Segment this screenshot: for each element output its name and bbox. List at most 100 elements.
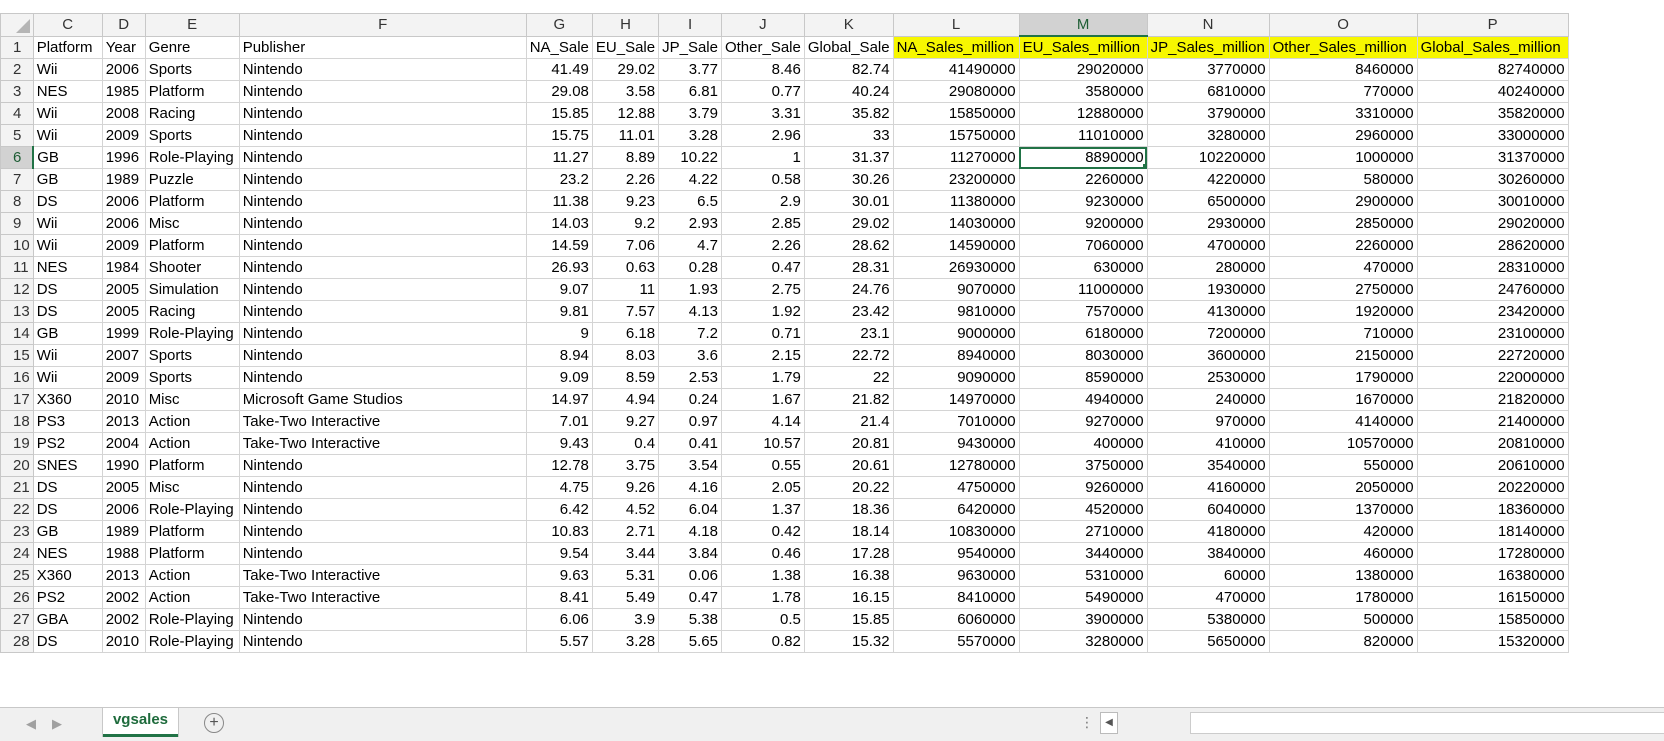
data-cell[interactable]: 0.46 <box>720 542 805 565</box>
data-cell[interactable]: 4.52 <box>591 498 660 521</box>
column-header-L[interactable]: L <box>892 13 1020 37</box>
data-cell[interactable]: GB <box>32 322 103 345</box>
data-cell[interactable]: 0.77 <box>720 80 805 103</box>
data-cell[interactable]: 35820000 <box>1416 102 1569 125</box>
data-cell[interactable]: 15.85 <box>803 608 894 631</box>
data-cell[interactable]: 14970000 <box>892 388 1020 411</box>
data-cell[interactable]: 0.82 <box>720 630 805 653</box>
data-cell[interactable]: 2008 <box>101 102 146 125</box>
data-cell[interactable]: 5570000 <box>892 630 1020 653</box>
data-cell[interactable]: 9810000 <box>892 300 1020 323</box>
row-header-24[interactable]: 24 <box>0 542 34 565</box>
data-cell[interactable]: 5.38 <box>658 608 722 631</box>
data-cell[interactable]: 40.24 <box>803 80 894 103</box>
column-header-G[interactable]: G <box>525 13 593 37</box>
data-cell[interactable]: 1.79 <box>720 366 805 389</box>
data-cell[interactable]: 9.09 <box>525 366 593 389</box>
data-cell[interactable]: 3310000 <box>1268 102 1418 125</box>
data-cell[interactable]: 2.75 <box>720 278 805 301</box>
data-cell[interactable]: 16.38 <box>803 564 894 587</box>
data-cell[interactable]: 9630000 <box>892 564 1020 587</box>
data-cell[interactable]: 2960000 <box>1268 124 1418 147</box>
data-cell[interactable]: 9200000 <box>1018 212 1148 235</box>
data-cell[interactable]: 28.31 <box>803 256 894 279</box>
data-cell[interactable]: 21820000 <box>1416 388 1569 411</box>
data-cell[interactable]: 9.63 <box>525 564 593 587</box>
data-cell[interactable]: Platform <box>144 454 240 477</box>
column-header-N[interactable]: N <box>1146 13 1270 37</box>
row-header-2[interactable]: 2 <box>0 58 34 81</box>
data-cell[interactable]: 3600000 <box>1146 344 1270 367</box>
data-cell[interactable]: 21400000 <box>1416 410 1569 433</box>
column-header-F[interactable]: F <box>238 13 527 37</box>
data-cell[interactable]: 2005 <box>101 300 146 323</box>
row-header-8[interactable]: 8 <box>0 190 34 213</box>
data-cell[interactable]: 3.58 <box>591 80 660 103</box>
data-cell[interactable]: GBA <box>32 608 103 631</box>
data-cell[interactable]: Action <box>144 564 240 587</box>
column-header-I[interactable]: I <box>658 13 722 37</box>
data-cell[interactable]: 9430000 <box>892 432 1020 455</box>
data-cell[interactable]: 2050000 <box>1268 476 1418 499</box>
data-cell[interactable]: 630000 <box>1018 256 1148 279</box>
data-cell[interactable]: 1.93 <box>658 278 722 301</box>
data-cell[interactable]: 0.41 <box>658 432 722 455</box>
data-cell[interactable]: 8890000 <box>1018 146 1148 169</box>
data-cell[interactable]: Nintendo <box>238 322 527 345</box>
data-cell[interactable]: 3.54 <box>658 454 722 477</box>
data-cell[interactable]: 1985 <box>101 80 146 103</box>
data-cell[interactable]: 3.44 <box>591 542 660 565</box>
column-title-cell[interactable]: Year <box>101 35 146 59</box>
data-cell[interactable]: 4130000 <box>1146 300 1270 323</box>
data-cell[interactable]: 3.75 <box>591 454 660 477</box>
data-cell[interactable]: Nintendo <box>238 608 527 631</box>
data-cell[interactable]: 1000000 <box>1268 146 1418 169</box>
data-cell[interactable]: 3750000 <box>1018 454 1148 477</box>
data-cell[interactable]: Wii <box>32 124 103 147</box>
data-cell[interactable]: 3.84 <box>658 542 722 565</box>
row-header-15[interactable]: 15 <box>0 344 34 367</box>
data-cell[interactable]: DS <box>32 498 103 521</box>
data-cell[interactable]: 2002 <box>101 608 146 631</box>
row-header-27[interactable]: 27 <box>0 608 34 631</box>
row-header-7[interactable]: 7 <box>0 168 34 191</box>
row-header-9[interactable]: 9 <box>0 212 34 235</box>
data-cell[interactable]: 29.08 <box>525 80 593 103</box>
data-cell[interactable]: Nintendo <box>238 212 527 235</box>
data-cell[interactable]: Role-Playing <box>144 608 240 631</box>
data-cell[interactable]: 4140000 <box>1268 410 1418 433</box>
data-cell[interactable]: 29.02 <box>803 212 894 235</box>
data-cell[interactable]: 29020000 <box>1416 212 1569 235</box>
data-cell[interactable]: 3580000 <box>1018 80 1148 103</box>
data-cell[interactable]: 240000 <box>1146 388 1270 411</box>
data-cell[interactable]: Platform <box>144 234 240 257</box>
column-header-C[interactable]: C <box>32 13 103 37</box>
column-header-H[interactable]: H <box>591 13 660 37</box>
data-cell[interactable]: 1780000 <box>1268 586 1418 609</box>
row-header-28[interactable]: 28 <box>0 630 34 653</box>
data-cell[interactable]: Wii <box>32 344 103 367</box>
row-header-14[interactable]: 14 <box>0 322 34 345</box>
data-cell[interactable]: 41.49 <box>525 58 593 81</box>
data-cell[interactable]: 2.26 <box>720 234 805 257</box>
data-cell[interactable]: 9.2 <box>591 212 660 235</box>
data-cell[interactable]: 0.5 <box>720 608 805 631</box>
row-header-4[interactable]: 4 <box>0 102 34 125</box>
data-cell[interactable]: 23100000 <box>1416 322 1569 345</box>
data-cell[interactable]: 6180000 <box>1018 322 1148 345</box>
column-title-cell[interactable]: Genre <box>144 35 240 59</box>
data-cell[interactable]: 23.1 <box>803 322 894 345</box>
column-title-cell[interactable]: Global_Sales_million <box>1416 35 1569 59</box>
data-cell[interactable]: 580000 <box>1268 168 1418 191</box>
data-cell[interactable]: 30010000 <box>1416 190 1569 213</box>
sheet-tab-vgsales[interactable]: vgsales <box>103 708 178 737</box>
data-cell[interactable]: 500000 <box>1268 608 1418 631</box>
data-cell[interactable]: 10.57 <box>720 432 805 455</box>
data-cell[interactable]: Action <box>144 432 240 455</box>
data-cell[interactable]: 82740000 <box>1416 58 1569 81</box>
data-cell[interactable]: 11 <box>591 278 660 301</box>
row-header-18[interactable]: 18 <box>0 410 34 433</box>
data-cell[interactable]: 21.4 <box>803 410 894 433</box>
data-cell[interactable]: DS <box>32 630 103 653</box>
data-cell[interactable]: Take-Two Interactive <box>238 586 527 609</box>
